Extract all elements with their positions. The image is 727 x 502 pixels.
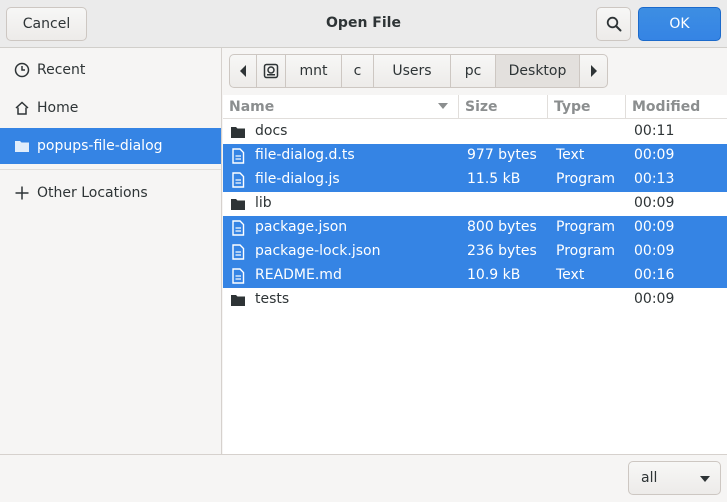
sidebar-item-recent[interactable]: Recent bbox=[0, 52, 221, 88]
column-header: Name Size Type Modified bbox=[223, 95, 727, 119]
sidebar: Recent Home popups-file-dialog Other Loc… bbox=[0, 48, 222, 454]
folder-icon bbox=[13, 138, 30, 155]
search-icon bbox=[606, 16, 621, 32]
file-modified: 00:09 bbox=[634, 195, 675, 211]
file-size: 800 bytes bbox=[467, 219, 537, 235]
chevron-down-icon bbox=[700, 476, 710, 482]
sidebar-item-popups-file-dialog[interactable]: popups-file-dialog bbox=[0, 128, 221, 164]
path-segment-drive[interactable] bbox=[257, 55, 286, 87]
cancel-button[interactable]: Cancel bbox=[6, 7, 87, 41]
home-icon bbox=[13, 100, 30, 117]
folder-icon bbox=[230, 196, 246, 212]
file-type: Text bbox=[556, 267, 585, 283]
file-type: Program bbox=[556, 219, 616, 235]
path-segment-users[interactable]: Users bbox=[374, 55, 451, 87]
file-name: lib bbox=[255, 195, 272, 211]
sort-descending-icon bbox=[438, 103, 448, 109]
file-modified: 00:16 bbox=[634, 267, 675, 283]
path-segment-desktop[interactable]: Desktop bbox=[496, 55, 580, 87]
chevron-right-icon bbox=[590, 65, 597, 77]
chevron-left-icon bbox=[240, 65, 246, 77]
file-row[interactable]: package.json 800 bytes Program 00:09 bbox=[223, 216, 727, 240]
file-filter-select[interactable]: all bbox=[628, 461, 721, 495]
column-header-size[interactable]: Size bbox=[459, 95, 548, 119]
sidebar-item-other-locations[interactable]: Other Locations bbox=[0, 175, 221, 211]
file-size: 977 bytes bbox=[467, 147, 537, 163]
file-row[interactable]: README.md 10.9 kB Text 00:16 bbox=[223, 264, 727, 288]
search-button[interactable] bbox=[596, 7, 631, 41]
file-row[interactable]: tests 00:09 bbox=[223, 288, 727, 312]
file-name: package-lock.json bbox=[255, 243, 381, 259]
file-size: 236 bytes bbox=[467, 243, 537, 259]
file-icon bbox=[230, 148, 246, 164]
column-header-name[interactable]: Name bbox=[223, 95, 459, 119]
path-bar: mnt c Users pc Desktop bbox=[229, 54, 608, 88]
file-icon bbox=[230, 220, 246, 236]
plus-icon bbox=[13, 185, 30, 202]
file-type: Program bbox=[556, 171, 616, 187]
file-row[interactable]: docs 00:11 bbox=[223, 120, 727, 144]
header-bar: Cancel Open File OK bbox=[0, 0, 727, 48]
file-row[interactable]: file-dialog.js 11.5 kB Program 00:13 bbox=[223, 168, 727, 192]
file-name: package.json bbox=[255, 219, 348, 235]
file-modified: 00:09 bbox=[634, 291, 675, 307]
file-size: 11.5 kB bbox=[467, 171, 521, 187]
file-name: README.md bbox=[255, 267, 342, 283]
sidebar-item-label: Other Locations bbox=[37, 185, 148, 201]
column-header-modified[interactable]: Modified bbox=[626, 95, 727, 119]
sidebar-item-label: popups-file-dialog bbox=[37, 138, 163, 154]
file-row[interactable]: file-dialog.d.ts 977 bytes Text 00:09 bbox=[223, 144, 727, 168]
file-name: file-dialog.js bbox=[255, 171, 340, 187]
path-scroll-right-button[interactable] bbox=[580, 55, 607, 87]
folder-icon bbox=[230, 124, 246, 140]
folder-icon bbox=[230, 292, 246, 308]
file-list: Name Size Type Modified docs 00:11 file-di… bbox=[223, 95, 727, 454]
path-scroll-left-button[interactable] bbox=[230, 55, 257, 87]
file-name: tests bbox=[255, 291, 290, 307]
file-modified: 00:13 bbox=[634, 171, 675, 187]
file-modified: 00:09 bbox=[634, 219, 675, 235]
file-name: docs bbox=[255, 123, 288, 139]
column-header-type[interactable]: Type bbox=[548, 95, 626, 119]
footer-bar bbox=[0, 454, 727, 502]
file-type: Program bbox=[556, 243, 616, 259]
drive-icon bbox=[263, 63, 279, 79]
sidebar-item-home[interactable]: Home bbox=[0, 90, 221, 126]
sidebar-item-label: Home bbox=[37, 100, 79, 116]
path-segment-mnt[interactable]: mnt bbox=[286, 55, 342, 87]
path-segment-c[interactable]: c bbox=[342, 55, 374, 87]
path-segment-pc[interactable]: pc bbox=[451, 55, 496, 87]
file-size: 10.9 kB bbox=[467, 267, 521, 283]
sidebar-item-label: Recent bbox=[37, 62, 86, 78]
file-row[interactable]: package-lock.json 236 bytes Program 00:09 bbox=[223, 240, 727, 264]
file-name: file-dialog.d.ts bbox=[255, 147, 355, 163]
file-icon bbox=[230, 244, 246, 260]
file-modified: 00:09 bbox=[634, 147, 675, 163]
ok-button[interactable]: OK bbox=[638, 7, 721, 41]
file-modified: 00:09 bbox=[634, 243, 675, 259]
file-modified: 00:11 bbox=[634, 123, 675, 139]
clock-icon bbox=[13, 62, 30, 79]
file-type: Text bbox=[556, 147, 585, 163]
file-filter-value: all bbox=[641, 470, 658, 486]
file-icon bbox=[230, 172, 246, 188]
file-icon bbox=[230, 268, 246, 284]
sidebar-separator bbox=[0, 169, 221, 170]
file-row[interactable]: lib 00:09 bbox=[223, 192, 727, 216]
